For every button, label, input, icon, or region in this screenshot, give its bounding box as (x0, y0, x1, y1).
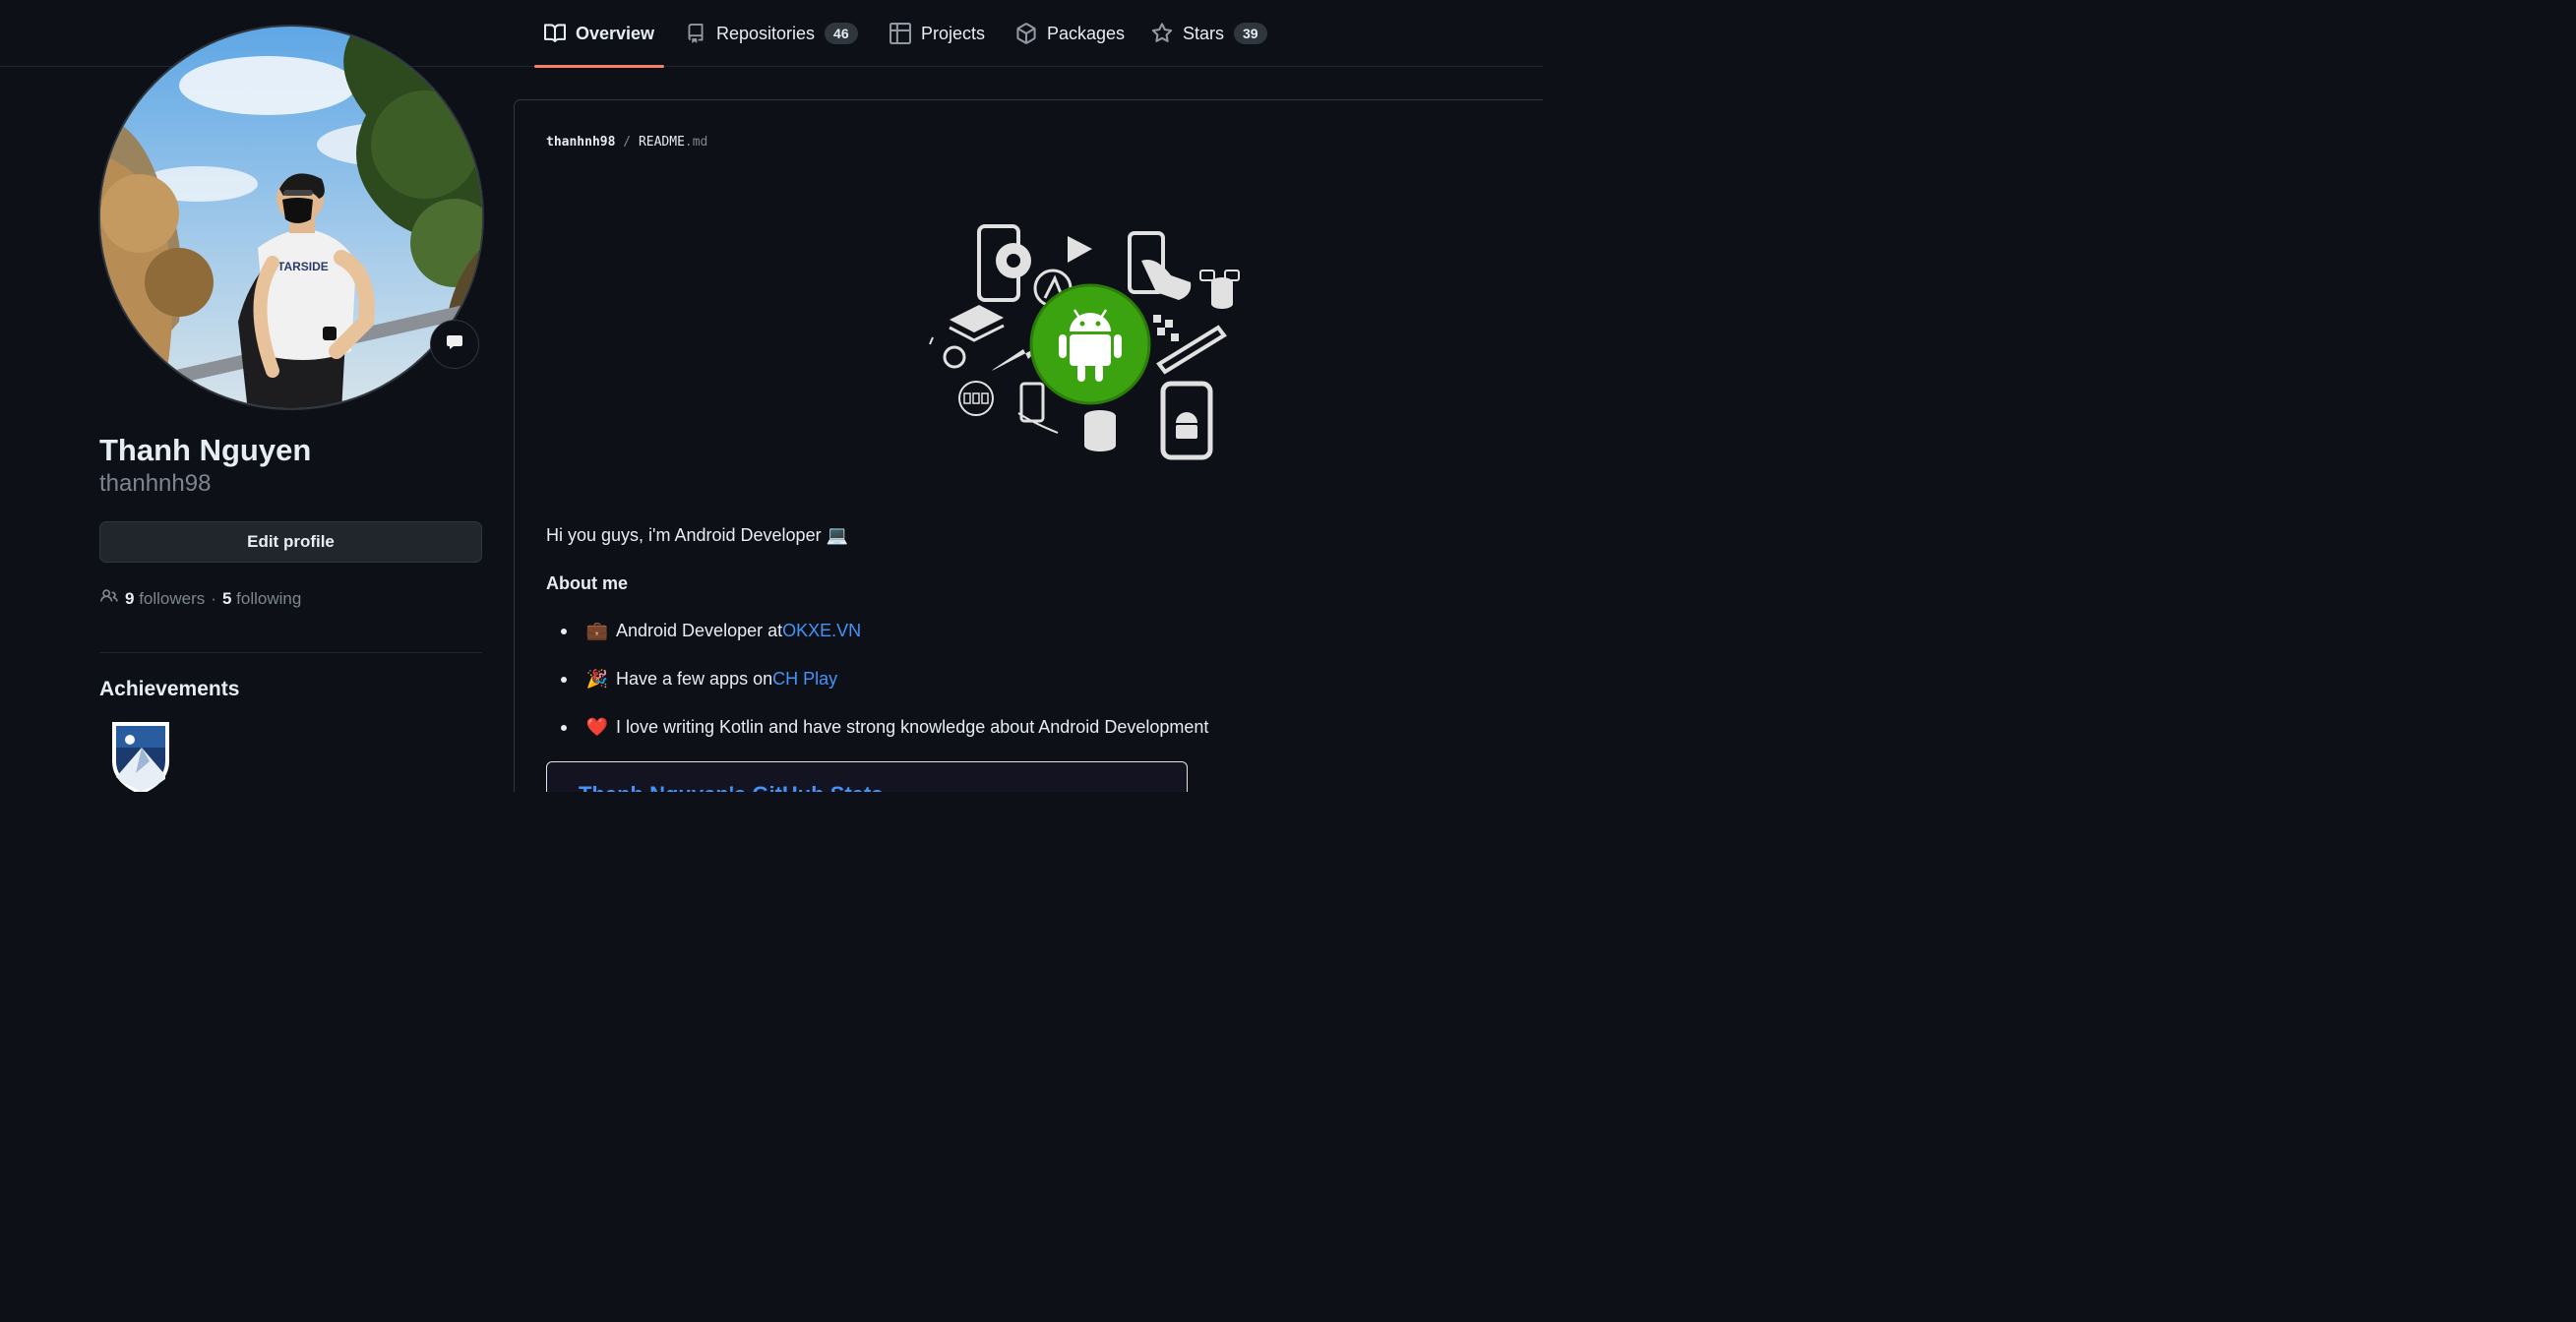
profile-name: Thanh Nguyen (99, 433, 312, 467)
profile-page: Overview Repositories 46 Projects Packag… (0, 0, 1543, 792)
set-status-button[interactable] (430, 320, 479, 369)
android-dev-illustration (929, 224, 1240, 460)
tab-overview[interactable]: Overview (533, 0, 665, 68)
followers-link[interactable]: 9 followers (125, 589, 205, 609)
tab-stars[interactable]: Stars 39 (1151, 0, 1267, 67)
follow-stats: 9 followers · 5 following (99, 587, 301, 610)
stars-count: 39 (1234, 23, 1267, 44)
following-label: following (236, 588, 302, 608)
list-item-text: I love writing Kotlin and have strong kn… (616, 717, 1209, 737)
table-icon (889, 23, 911, 44)
android-hero-image (925, 221, 1250, 467)
bullet (561, 724, 567, 731)
ch-play-link[interactable]: CH Play (772, 669, 837, 690)
tab-repositories-label: Repositories (716, 23, 816, 43)
following-link[interactable]: 5 following (222, 589, 301, 609)
heart-icon: ❤️ (585, 717, 609, 737)
readme-file-name: README (638, 135, 685, 150)
briefcase-icon: 💼 (585, 621, 609, 640)
follow-separator: · (211, 588, 216, 608)
repo-icon (685, 23, 706, 44)
achievements-title: Achievements (99, 678, 240, 700)
people-icon (99, 587, 119, 610)
list-item-text: Android Developer at (616, 621, 783, 640)
tab-packages-label: Packages (1047, 23, 1126, 43)
tab-projects-label: Projects (921, 23, 986, 43)
list-item: 🎉 Have a few apps on CH Play (561, 669, 837, 690)
bullet (561, 676, 567, 683)
readme-file-link[interactable]: README.md (639, 135, 707, 150)
book-icon (544, 23, 566, 44)
following-count: 5 (221, 588, 232, 608)
tab-projects[interactable]: Projects (889, 0, 985, 67)
tab-packages[interactable]: Packages (1015, 0, 1125, 67)
readme-about-title: About me (546, 573, 628, 593)
tab-repositories[interactable]: Repositories 46 (685, 0, 858, 67)
repositories-count: 46 (825, 23, 858, 44)
avatar-photo: STARSIDE (100, 27, 482, 408)
readme-owner-link[interactable]: thanhnh98 (546, 135, 615, 150)
mountain-badge-icon (112, 722, 169, 792)
star-icon (1151, 23, 1173, 44)
readme-path: thanhnh98 / README.md (546, 135, 707, 150)
stats-card-title: Thanh Nguyen's GitHub Stats (579, 782, 884, 792)
list-item: 💼 Android Developer at OKXE.VN (561, 621, 861, 641)
list-item-text: Have a few apps on (616, 669, 773, 689)
list-item: ❤️ I love writing Kotlin and have strong… (561, 717, 1208, 738)
readme-path-sep: / (623, 135, 632, 150)
followers-count: 9 (125, 588, 135, 608)
tab-overview-label: Overview (576, 23, 655, 43)
sidebar-divider (99, 652, 482, 653)
okxe-link[interactable]: OKXE.VN (782, 621, 861, 641)
readme-intro: Hi you guys, i'm Android Developer 💻 (546, 525, 848, 545)
edit-profile-button[interactable]: Edit profile (99, 521, 482, 563)
github-stats-card: Thanh Nguyen's GitHub Stats (546, 761, 1188, 792)
speech-bubble-icon (445, 332, 464, 357)
package-icon (1015, 23, 1037, 44)
avatar[interactable]: STARSIDE (98, 25, 484, 410)
party-popper-icon: 🎉 (585, 669, 609, 689)
followers-label: followers (139, 588, 206, 608)
tab-stars-label: Stars (1183, 23, 1225, 43)
readme-file-ext: .md (684, 135, 708, 150)
profile-login: thanhnh98 (99, 470, 212, 497)
achievement-badge[interactable] (106, 718, 175, 792)
bullet (561, 628, 567, 634)
